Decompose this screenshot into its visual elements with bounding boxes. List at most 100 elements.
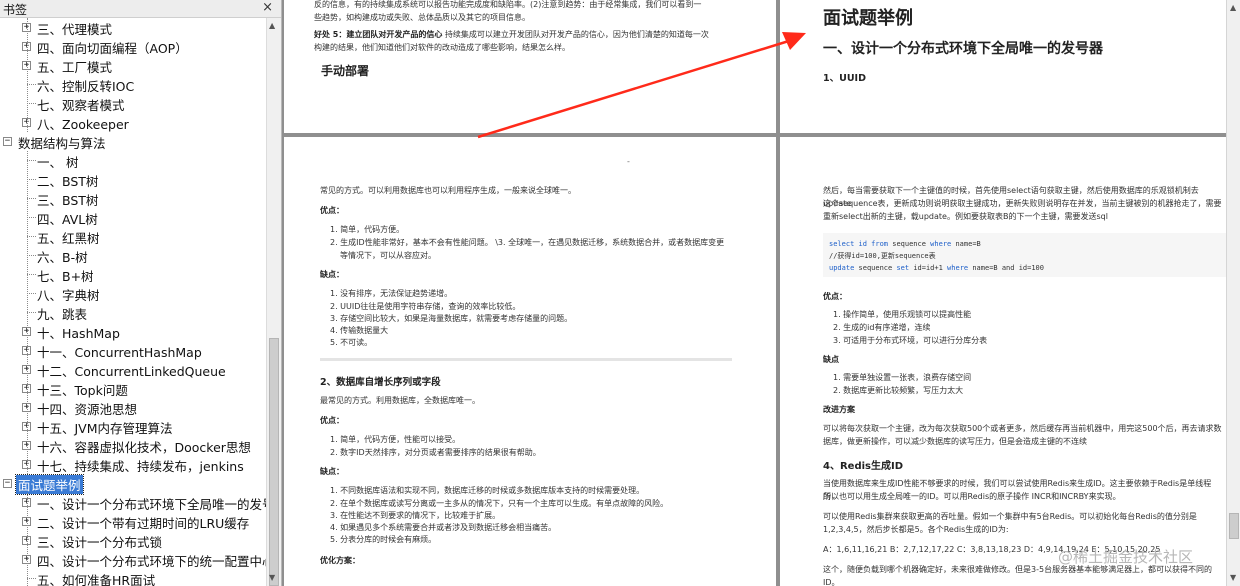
bookmark-item[interactable]: 九、跳表 [0, 303, 266, 322]
bookmark-item[interactable]: 八、字典树 [0, 284, 266, 303]
p4-h3: 4、Redis生成ID [823, 461, 903, 472]
bookmark-item[interactable]: + 二、设计一个带有过期时间的LRU缓存 [0, 512, 266, 531]
bookmark-item[interactable]: + 十二、ConcurrentLinkedQueue [0, 360, 266, 379]
p3-intro2: 最常见的方式。利用数据库，全数据库唯一。 [320, 396, 480, 405]
bookmark-item[interactable]: + 五、工厂模式 [0, 56, 266, 75]
bookmark-label: 四、AVL树 [37, 212, 98, 227]
bookmark-item[interactable]: 一、 树 [0, 151, 266, 170]
p4-cons-1: 1. 需要单独设置一张表，浪费存储空间 [833, 373, 972, 382]
bookmark-label: 五、工厂模式 [37, 60, 113, 75]
bookmark-label: 六、B-树 [37, 250, 88, 265]
scroll-thumb[interactable] [269, 338, 279, 586]
bookmark-item[interactable]: + 十五、JVM内存管理算法 [0, 417, 266, 436]
bookmark-item[interactable]: 五、如何准备HR面试 [0, 569, 266, 586]
bookmark-label: 八、字典树 [37, 288, 100, 303]
p4-pros-2: 2. 生成的id有序递增，连续 [833, 323, 931, 332]
bookmarks-title: 书签 [3, 3, 28, 17]
p2-title: 面试题举例 [823, 8, 913, 29]
p4-para3: 重新select出新的主键，载update。例如要获取表B的下一个主键，需要发送… [823, 212, 1108, 221]
bookmark-label: 七、B+树 [37, 269, 94, 284]
page-mark: - [627, 157, 630, 166]
p2-h3: 1、UUID [823, 73, 866, 84]
bookmark-label: 四、设计一个分布式环境下的统一配置中心 [37, 554, 266, 569]
bookmark-item[interactable]: 三、BST树 [0, 189, 266, 208]
close-icon[interactable]: × [262, 0, 273, 15]
bookmark-label: 三、代理模式 [37, 22, 113, 37]
bookmark-label: 十六、容器虚拟化技术，Doocker思想 [37, 440, 251, 455]
p3-cons: 缺点： [320, 270, 344, 279]
scroll-down-icon[interactable]: ▼ [1230, 573, 1236, 582]
watermark: @稀土掘金技术社区 [1058, 548, 1194, 566]
viewer-scrollbar[interactable]: ▲ ▼ [1226, 0, 1240, 586]
bookmark-item[interactable]: 六、B-树 [0, 246, 266, 265]
p3-pros2: 优点： [320, 416, 344, 425]
p3-cons2: 缺点： [320, 467, 344, 476]
p1-line3: 好处 5：建立团队对开发产品的信心 持续集成可以建立开发团队对开发产品的信心，因… [314, 28, 709, 41]
collapse-icon[interactable]: − [3, 479, 12, 488]
bookmark-item[interactable]: + 一、设计一个分布式环境下全局唯一的发号器 [0, 493, 266, 512]
bookmarks-scrollbar[interactable]: ▲ ▼ [266, 18, 281, 586]
p4-cons-2: 2. 数据库更新比较频繁，写压力太大 [833, 386, 964, 395]
p1-line3-text: 持续集成可以建立开发团队对开发产品的信心，因为他们清楚的知道每一次 [442, 30, 709, 39]
p3-cons2-1: 1. 不同数据库语法和实现不同，数据库迁移的时候或多数据库版本支持的时候需要处理… [330, 486, 645, 495]
p1-line2: 些趋势，如构建成功或失败、总体品质以及其它的项目信息。 [314, 13, 530, 22]
bookmark-item[interactable]: + 四、面向切面编程（AOP） [0, 37, 266, 56]
bookmark-label: 十七、持续集成、持续发布，jenkins [37, 459, 244, 474]
bookmark-item[interactable]: 七、B+树 [0, 265, 266, 284]
bookmark-item[interactable]: 四、AVL树 [0, 208, 266, 227]
document-viewer: 反的信息，有的持续集成系统可以报告功能完成度和缺陷率。(2)注意到趋势：由于经常… [282, 0, 1240, 586]
bookmark-item[interactable]: 二、BST树 [0, 170, 266, 189]
bookmark-item[interactable]: + 十三、Topk问题 [0, 379, 266, 398]
bookmark-item[interactable]: − 面试题举例 [0, 474, 266, 495]
bookmark-item[interactable]: + 四、设计一个分布式环境下的统一配置中心 [0, 550, 266, 569]
page-bottom-right: 然后，每当需要获取下一个主键值的时候，首先使用select语句获取主键，然后使用… [780, 137, 1226, 586]
bookmark-item[interactable]: 五、红黑树 [0, 227, 266, 246]
bookmark-label: 二、设计一个带有过期时间的LRU缓存 [37, 516, 250, 531]
p4-improve-2: 据库，做更新操作，可以减少数据库的读写压力，但是会造成主键的不连续 [823, 437, 1087, 446]
bookmark-label: 二、BST树 [37, 174, 99, 189]
bookmark-label: 十、HashMap [37, 326, 120, 341]
bookmark-label: 四、面向切面编程（AOP） [37, 41, 188, 56]
bookmark-item[interactable]: + 十四、资源池思想 [0, 398, 266, 417]
p4-r2: 所以也可以用生成全局唯一的ID。可以用Redis的原子操作 INCR和INCRB… [823, 492, 1121, 501]
page-bottom-left: - 常见的方式。可以利用数据库也可以利用程序生成，一般来说全球唯一。 优点： 1… [284, 137, 776, 586]
scroll-up-icon[interactable]: ▲ [269, 21, 275, 30]
bookmark-item[interactable]: + 十、HashMap [0, 322, 266, 341]
p4-improve: 改进方案 [823, 405, 855, 414]
p4-improve-1: 可以将每次获取一个主键，改为每次获取500个或者更多，然后缓存再当前机器中，用完… [823, 424, 1222, 433]
bookmark-item[interactable]: + 十一、ConcurrentHashMap [0, 341, 266, 360]
collapse-icon[interactable]: − [3, 137, 12, 146]
p3-pros: 优点： [320, 206, 344, 215]
bookmark-label: 一、设计一个分布式环境下全局唯一的发号器 [37, 497, 266, 512]
page-top-left: 反的信息，有的持续集成系统可以报告功能完成度和缺陷率。(2)注意到趋势：由于经常… [284, 0, 776, 133]
bookmark-item[interactable]: + 三、设计一个分布式锁 [0, 531, 266, 550]
bookmark-label: 面试题举例 [15, 474, 84, 495]
p3-cons-5: 5. 不可读。 [330, 338, 373, 347]
p3-pros2-2: 2. 数字ID天然排序，对分页或者需要排序的结果很有帮助。 [330, 448, 541, 457]
tree-guide [27, 151, 28, 474]
bookmark-label: 十五、JVM内存管理算法 [37, 421, 173, 436]
p3-intro: 常见的方式。可以利用数据库也可以利用程序生成，一般来说全球唯一。 [320, 186, 576, 195]
bookmark-label: 八、Zookeeper [37, 117, 129, 132]
bookmark-label: 六、控制反转IOC [37, 79, 135, 94]
bookmark-item[interactable]: 六、控制反转IOC [0, 75, 266, 94]
bookmark-item[interactable]: + 八、Zookeeper [0, 113, 266, 132]
code-line-2: //获得id=100,更新sequence表 [829, 252, 936, 260]
p4-r4: 1,2,3,4,5，然后步长都是5。各个Redis生成的ID为: [823, 525, 1009, 534]
bookmark-item[interactable]: 七、观察者模式 [0, 94, 266, 113]
bookmark-label: 三、设计一个分布式锁 [37, 535, 163, 550]
bookmarks-header: 书签 × [0, 0, 281, 18]
p3-pros-3: 等情况下，可以从容应对。 [340, 251, 436, 260]
scroll-thumb[interactable] [1229, 513, 1239, 539]
scroll-up-icon[interactable]: ▲ [1230, 3, 1236, 12]
bookmark-item[interactable]: + 十七、持续集成、持续发布，jenkins [0, 455, 266, 474]
bookmark-label: 一、 树 [37, 155, 79, 170]
p4-cons: 缺点 [823, 355, 839, 364]
bookmark-item[interactable]: − 数据结构与算法 [0, 132, 266, 151]
tree-guide [27, 493, 28, 586]
bookmark-item[interactable]: + 十六、容器虚拟化技术，Doocker思想 [0, 436, 266, 455]
p2-h2: 一、设计一个分布式环境下全局唯一的发号器 [823, 41, 1103, 57]
bookmark-label: 五、红黑树 [37, 231, 100, 246]
scroll-down-icon[interactable]: ▼ [269, 573, 275, 582]
bookmark-item[interactable]: + 三、代理模式 [0, 18, 266, 37]
